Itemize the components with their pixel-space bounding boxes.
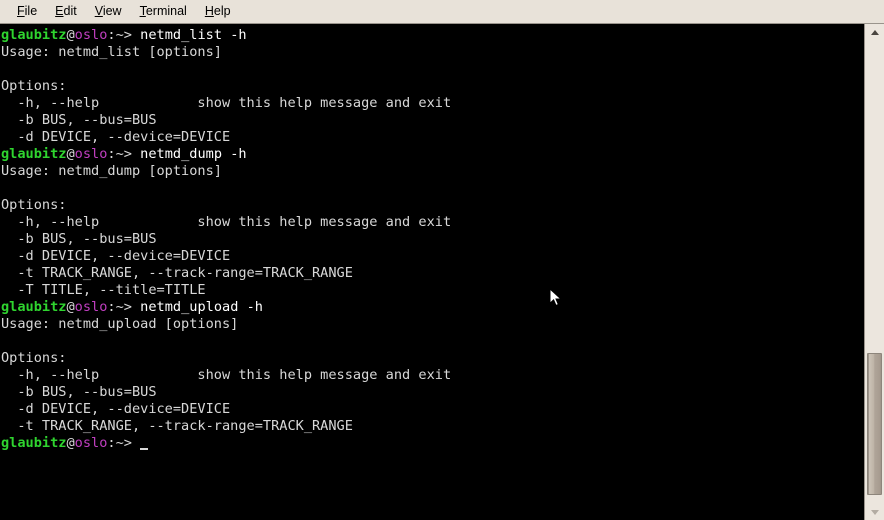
prompt-command: netmd_list -h — [140, 27, 247, 43]
terminal-screen[interactable]: glaubitz@oslo:~> netmd_list -h Usage: net… — [0, 24, 864, 520]
terminal-output-text: -b BUS, --bus=BUS — [1, 384, 157, 400]
menu-item-view[interactable]: View — [86, 2, 131, 21]
terminal-output-line: -h, --help show this help message and ex… — [1, 214, 864, 231]
terminal-output-text: Options: — [1, 350, 67, 366]
prompt-user: glaubitz — [1, 299, 67, 315]
prompt-user: glaubitz — [1, 146, 67, 162]
menu-mnemonic: F — [17, 4, 25, 18]
terminal-output-text: -t TRACK_RANGE, --track-range=TRACK_RANG… — [1, 265, 353, 281]
terminal-scrollbar[interactable] — [864, 24, 884, 520]
prompt-host: oslo — [74, 435, 108, 451]
terminal-output-line: Usage: netmd_list [options] — [1, 44, 864, 61]
terminal-output-text: -d DEVICE, --device=DEVICE — [1, 129, 231, 145]
terminal-output-line: Options: — [1, 350, 864, 367]
terminal-prompt-line: glaubitz@oslo:~> netmd_upload -h — [1, 299, 864, 316]
prompt-path: :~> — [107, 146, 141, 162]
menu-bar: File Edit View Terminal Help — [0, 0, 884, 24]
terminal-output-text: -T TITLE, --title=TITLE — [1, 282, 206, 298]
prompt-host: oslo — [74, 27, 108, 43]
menu-item-edit[interactable]: Edit — [46, 2, 86, 21]
terminal-output-text: -b BUS, --bus=BUS — [1, 231, 157, 247]
terminal-output-text: -h, --help show this help message and ex… — [1, 95, 452, 111]
terminal-output-text: Options: — [1, 197, 67, 213]
menu-item-file[interactable]: File — [8, 2, 46, 21]
terminal-output-line: -h, --help show this help message and ex… — [1, 367, 864, 384]
menu-item-terminal[interactable]: Terminal — [131, 2, 196, 21]
scroll-down-arrow-icon[interactable] — [865, 503, 884, 520]
terminal-output-text: -d DEVICE, --device=DEVICE — [1, 248, 231, 264]
prompt-at: @ — [66, 299, 75, 315]
prompt-path: :~> — [107, 299, 141, 315]
terminal-window: File Edit View Terminal Help glaubitz@oslo:~… — [0, 0, 884, 520]
prompt-user: glaubitz — [1, 435, 67, 451]
terminal-prompt-line: glaubitz@oslo:~> netmd_dump -h — [1, 146, 864, 163]
prompt-at: @ — [66, 27, 75, 43]
terminal-output-line: Usage: netmd_upload [options] — [1, 316, 864, 333]
terminal-prompt-line: glaubitz@oslo:~> netmd_list -h — [1, 27, 864, 44]
terminal-output-text: -b BUS, --bus=BUS — [1, 112, 157, 128]
menu-mnemonic: V — [94, 4, 103, 18]
chevron-down-icon — [870, 509, 879, 515]
scrollbar-thumb[interactable] — [867, 353, 882, 495]
terminal-output-line: -d DEVICE, --device=DEVICE — [1, 248, 864, 265]
terminal-output-text: -h, --help show this help message and ex… — [1, 367, 452, 383]
prompt-user: glaubitz — [1, 27, 67, 43]
menu-mnemonic: E — [55, 4, 64, 18]
prompt-path: :~> — [107, 435, 141, 451]
prompt-host: oslo — [74, 146, 108, 162]
terminal-output-line: -t TRACK_RANGE, --track-range=TRACK_RANG… — [1, 265, 864, 282]
terminal-output-line: -b BUS, --bus=BUS — [1, 384, 864, 401]
terminal-output-text: -t TRACK_RANGE, --track-range=TRACK_RANG… — [1, 418, 353, 434]
menu-mnemonic: T — [139, 4, 146, 18]
prompt-at: @ — [66, 435, 75, 451]
terminal-output-text: Usage: netmd_dump [options] — [1, 163, 222, 179]
terminal-output-line: -d DEVICE, --device=DEVICE — [1, 129, 864, 146]
terminal-output-line: Options: — [1, 197, 864, 214]
text-cursor — [140, 437, 149, 451]
menu-item-help[interactable]: Help — [196, 2, 240, 21]
terminal-output-line: Usage: netmd_dump [options] — [1, 163, 864, 180]
chevron-up-icon — [870, 29, 879, 35]
terminal-output-line: -b BUS, --bus=BUS — [1, 231, 864, 248]
scrollbar-track[interactable] — [865, 41, 884, 503]
terminal-output-line: Options: — [1, 78, 864, 95]
terminal-output-line: -T TITLE, --title=TITLE — [1, 282, 864, 299]
prompt-command: netmd_upload -h — [140, 299, 263, 315]
prompt-at: @ — [66, 146, 75, 162]
terminal-output-line: -t TRACK_RANGE, --track-range=TRACK_RANG… — [1, 418, 864, 435]
prompt-command: netmd_dump -h — [140, 146, 247, 162]
terminal-output-text: Usage: netmd_upload [options] — [1, 316, 239, 332]
terminal-output-text: Usage: netmd_list [options] — [1, 44, 222, 60]
prompt-path: :~> — [107, 27, 141, 43]
prompt-host: oslo — [74, 299, 108, 315]
terminal-output-text: Options: — [1, 78, 67, 94]
terminal-area: glaubitz@oslo:~> netmd_list -h Usage: net… — [0, 24, 884, 520]
terminal-output-line: -b BUS, --bus=BUS — [1, 112, 864, 129]
terminal-output-text: -h, --help show this help message and ex… — [1, 214, 452, 230]
terminal-prompt-line: glaubitz@oslo:~> — [1, 435, 864, 452]
terminal-output-line: -h, --help show this help message and ex… — [1, 95, 864, 112]
scroll-up-arrow-icon[interactable] — [865, 24, 884, 41]
terminal-output-line: -d DEVICE, --device=DEVICE — [1, 401, 864, 418]
menu-mnemonic: H — [204, 4, 214, 18]
terminal-output-text: -d DEVICE, --device=DEVICE — [1, 401, 231, 417]
